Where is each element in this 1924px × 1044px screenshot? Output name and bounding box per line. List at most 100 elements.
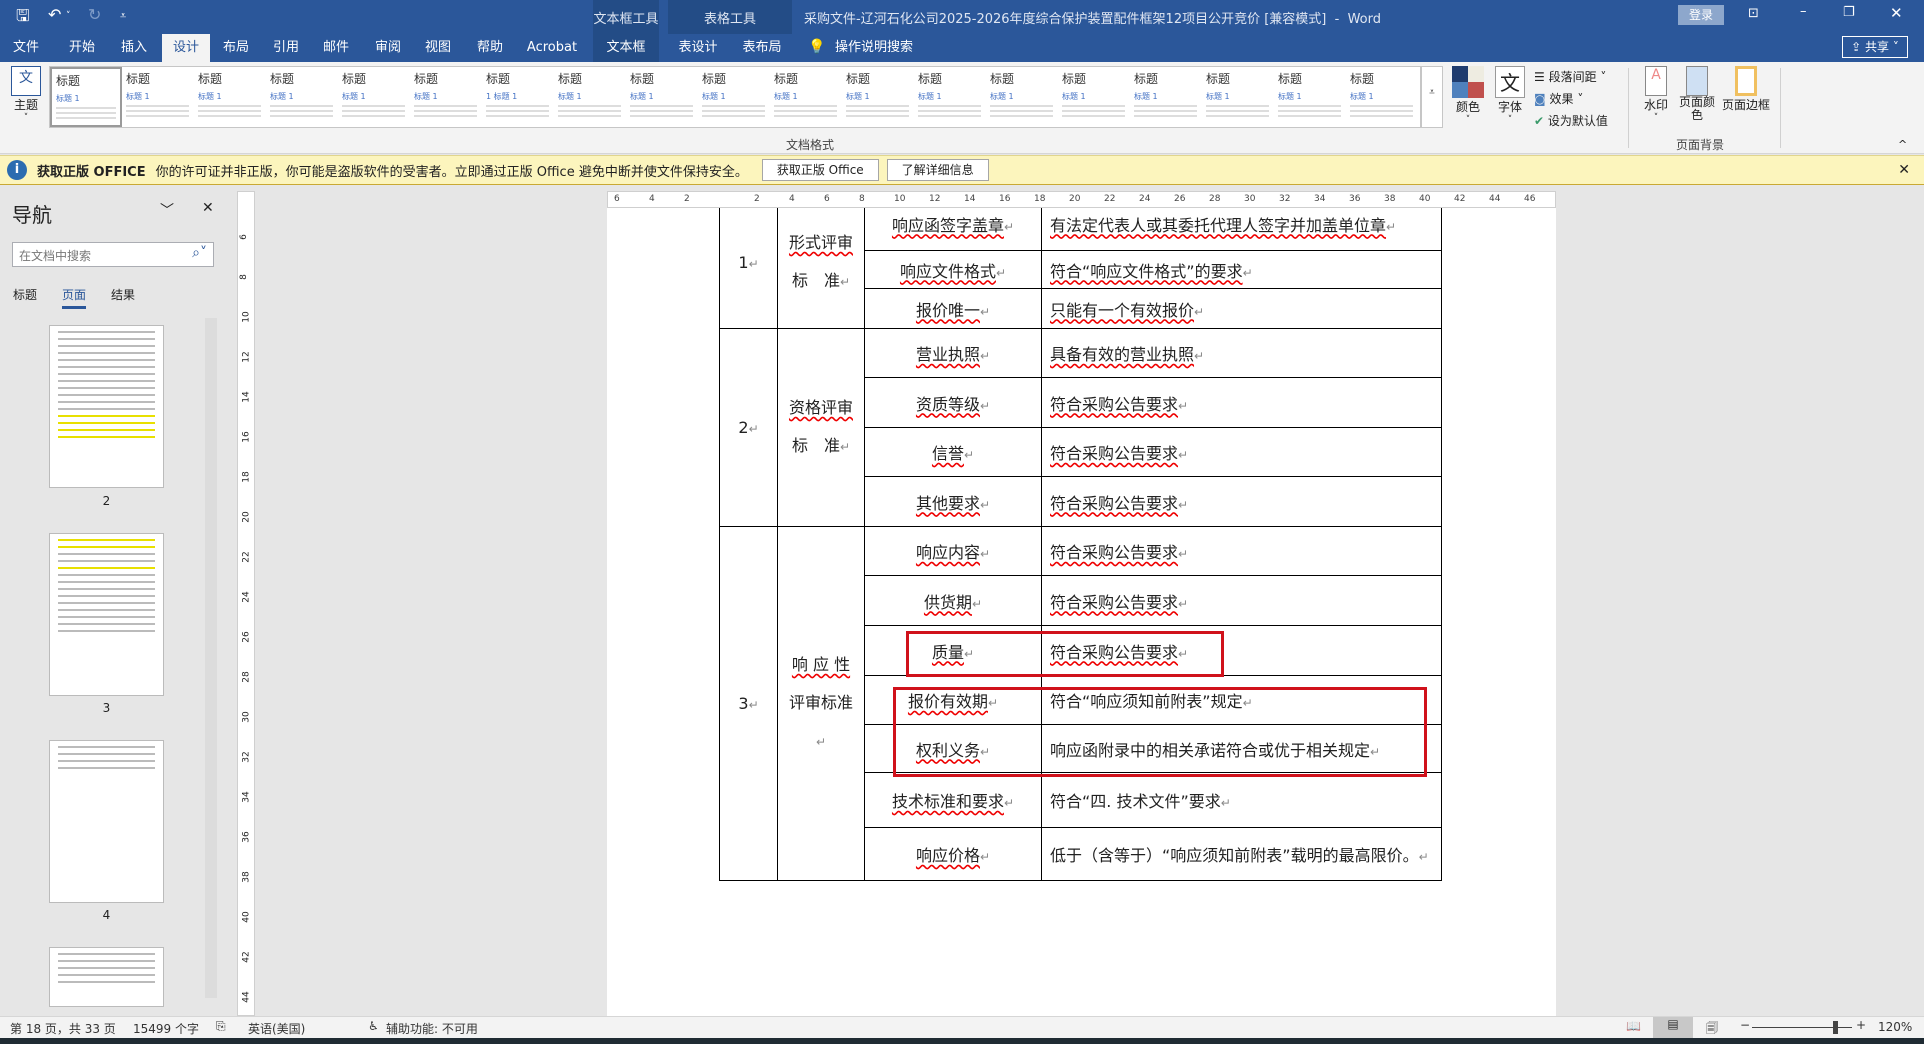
style-set-item[interactable]: 标题 标题 1 — [266, 67, 338, 127]
print-layout-icon[interactable]: ▤ — [1653, 1017, 1693, 1038]
ruler-tick-label: 6 — [614, 194, 620, 204]
learn-more-button[interactable]: 了解详细信息 — [886, 159, 989, 181]
page-thumbnail-2[interactable] — [49, 325, 164, 488]
tab-table-layout[interactable]: 表布局 — [734, 34, 790, 62]
zoom-slider-thumb[interactable] — [1832, 1021, 1838, 1034]
style-set-item[interactable]: 标题 标题 1 — [338, 67, 410, 127]
nav-close-icon[interactable]: ✕ — [202, 200, 214, 216]
accessibility-status[interactable]: 辅助功能: 不可用 — [386, 1020, 478, 1037]
style-heading: 标题 1 — [270, 92, 294, 101]
nav-options-chevron-icon[interactable]: ﹀ — [160, 200, 174, 220]
criteria-requirement: 有法定代表人或其委托代理人签字并加盖单位章↵ — [1041, 208, 1442, 251]
tab-view[interactable]: 视图 — [416, 34, 460, 62]
criteria-requirement: 低于（含等于）“响应须知前附表”载明的最高限价。↵ — [1041, 827, 1442, 881]
style-set-item[interactable]: 标题 标题 1 — [410, 67, 482, 127]
style-set-item[interactable]: 标题 标题 1 — [554, 67, 626, 127]
restore-icon[interactable]: ❐ — [1843, 5, 1855, 20]
horizontal-ruler[interactable]: 6 4 2 2 4 6 8 10 12 14 16 18 20 22 24 26 28 30 32 34 36 38 40 4… — [607, 191, 1556, 208]
style-set-item[interactable]: 标题 标题 1 — [842, 67, 914, 127]
style-heading: 1 标题 1 — [486, 92, 518, 101]
colors-button[interactable]: 颜色 ˅ — [1450, 66, 1486, 125]
tab-home[interactable]: 开始 — [60, 34, 104, 62]
style-set-item[interactable]: 标题 标题 1 — [1202, 67, 1274, 127]
proofing-icon[interactable]: ⎘ — [216, 1019, 226, 1034]
close-icon[interactable]: ✕ — [1890, 4, 1903, 22]
share-button[interactable]: ⇪ 共享 ˅ — [1842, 36, 1908, 58]
tab-mailings[interactable]: 邮件 — [314, 34, 358, 62]
customize-qat-icon[interactable]: ⩡ — [120, 9, 126, 23]
style-set-item[interactable]: 标题 标题 1 — [770, 67, 842, 127]
nav-tab-results[interactable]: 结果 — [111, 286, 135, 303]
style-set-item[interactable]: 标题 标题 1 — [1274, 67, 1346, 127]
style-set-item[interactable]: 标题 标题 1 — [1058, 67, 1130, 127]
tab-layout[interactable]: 布局 — [214, 34, 258, 62]
page-thumbnail-4[interactable] — [49, 740, 164, 903]
colors-icon — [1452, 66, 1484, 98]
tab-table-design[interactable]: 表设计 — [668, 34, 728, 62]
tab-acrobat[interactable]: Acrobat — [522, 34, 582, 62]
redo-icon[interactable]: ↻ — [88, 5, 101, 24]
tab-file[interactable]: 文件 — [4, 34, 48, 62]
tab-design[interactable]: 设计 — [162, 34, 210, 62]
ruler-tick-label: 8 — [238, 274, 249, 280]
tab-textbox[interactable]: 文本框 — [593, 34, 659, 62]
zoom-level[interactable]: 120% — [1878, 1020, 1912, 1034]
document-page[interactable]: 1↵ 形式评审标 准↵ 响应函签字盖章↵ 有法定代表人或其委托代理人签字并加盖单位章↵… — [607, 208, 1556, 1016]
search-icon[interactable]: ⌕˅ — [192, 245, 207, 261]
style-set-item[interactable]: 标题 标题 1 — [914, 67, 986, 127]
nav-scrollbar[interactable] — [205, 318, 217, 998]
style-set-item[interactable]: 标题 标题 1 — [50, 67, 122, 127]
style-set-item[interactable]: 标题 标题 1 — [122, 67, 194, 127]
style-set-item[interactable]: 标题 标题 1 — [626, 67, 698, 127]
style-set-item[interactable]: 标题 标题 1 — [194, 67, 266, 127]
page-color-button[interactable]: 页面颜色 — [1676, 66, 1718, 122]
language[interactable]: 英语(美国) — [248, 1020, 305, 1037]
criteria-item: 响应文件格式↵ — [864, 250, 1042, 289]
paragraph-spacing-button[interactable]: ☰ 段落间距 ˅ — [1534, 68, 1606, 85]
zoom-in-button[interactable]: + — [1856, 1018, 1866, 1032]
tab-insert[interactable]: 插入 — [112, 34, 156, 62]
effects-button[interactable]: ◙ 效果 ˅ — [1534, 90, 1583, 107]
tell-me-search[interactable]: 操作说明搜索 — [834, 34, 914, 62]
vertical-ruler[interactable]: 6810121416182022242628303234363840424446 — [237, 191, 255, 1043]
close-message-icon[interactable]: ✕ — [1898, 162, 1910, 178]
style-set-item[interactable]: 标题 标题 1 — [986, 67, 1058, 127]
vertical-scrollbar[interactable] — [1899, 208, 1915, 1016]
read-mode-icon[interactable]: 📖 — [1626, 1019, 1641, 1033]
page-border-button[interactable]: 页面边框 — [1720, 66, 1772, 113]
set-default-button[interactable]: ✔ 设为默认值 — [1534, 112, 1608, 129]
style-set-item[interactable]: 标题 1 标题 1 — [482, 67, 554, 127]
undo-dropdown-icon[interactable]: ˅ — [66, 11, 71, 21]
style-set-item[interactable]: 标题 标题 1 — [1130, 67, 1202, 127]
themes-label: 主题 — [13, 98, 38, 112]
page-thumbnail-3[interactable] — [49, 533, 164, 696]
watermark-button[interactable]: A 水印 ˅ — [1638, 66, 1674, 123]
get-genuine-office-button[interactable]: 获取正版 Office — [761, 159, 879, 181]
style-heading: 标题 1 — [774, 92, 798, 101]
ribbon-display-options-icon[interactable]: ⊡ — [1748, 6, 1759, 21]
ruler-tick-label: 2 — [754, 194, 760, 204]
zoom-out-button[interactable]: − — [1740, 1018, 1750, 1032]
login-button[interactable]: 登录 — [1678, 5, 1724, 25]
gallery-more-button[interactable]: ⩡ — [1421, 66, 1443, 128]
tab-help[interactable]: 帮助 — [468, 34, 512, 62]
nav-search-input[interactable]: 在文档中搜索 ⌕˅ — [12, 242, 214, 267]
nav-tab-headings[interactable]: 标题 — [13, 286, 37, 303]
save-icon[interactable]: 🖫 — [16, 5, 30, 32]
page-count[interactable]: 第 18 页，共 33 页 — [10, 1020, 116, 1037]
nav-tab-pages[interactable]: 页面 — [62, 286, 87, 309]
fonts-button[interactable]: 文 字体 ˅ — [1492, 66, 1528, 125]
undo-icon[interactable]: ↶ — [48, 5, 61, 24]
page-thumbnail-5[interactable] — [49, 947, 164, 1007]
style-set-item[interactable]: 标题 标题 1 — [698, 67, 770, 127]
web-layout-icon[interactable]: 🗐 — [1706, 1019, 1718, 1040]
tab-review[interactable]: 审阅 — [366, 34, 410, 62]
style-set-item[interactable]: 标题 标题 1 — [1346, 67, 1418, 127]
minimize-icon[interactable]: – — [1800, 4, 1807, 19]
paragraph-spacing-label: 段落间距 — [1548, 70, 1597, 84]
word-count[interactable]: 15499 个字 — [133, 1020, 199, 1037]
criteria-item: 报价唯一↵ — [864, 288, 1042, 329]
themes-button[interactable]: 文 主题 ˅ — [8, 66, 44, 123]
collapse-ribbon-icon[interactable]: ^ — [1898, 138, 1907, 151]
tab-references[interactable]: 引用 — [264, 34, 308, 62]
